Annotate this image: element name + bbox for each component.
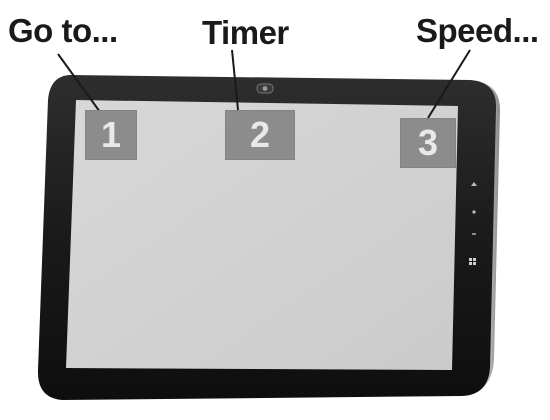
tile-1-number: 1 [100,114,122,155]
caption-speed: Speed... [416,12,539,49]
tile-2-number: 2 [249,114,271,155]
tile-3-number: 3 [417,122,439,163]
tile-1: 1 [85,110,137,160]
tablet-diagram: Go to... Timer Speed... 1 2 3 [0,0,550,420]
caption-go-to: Go to... [8,12,118,49]
caption-timer: Timer [202,14,289,51]
tile-3: 3 [400,118,456,168]
webcam-icon [256,83,274,94]
tablet-illustration [37,49,500,400]
tile-2: 2 [225,110,295,160]
